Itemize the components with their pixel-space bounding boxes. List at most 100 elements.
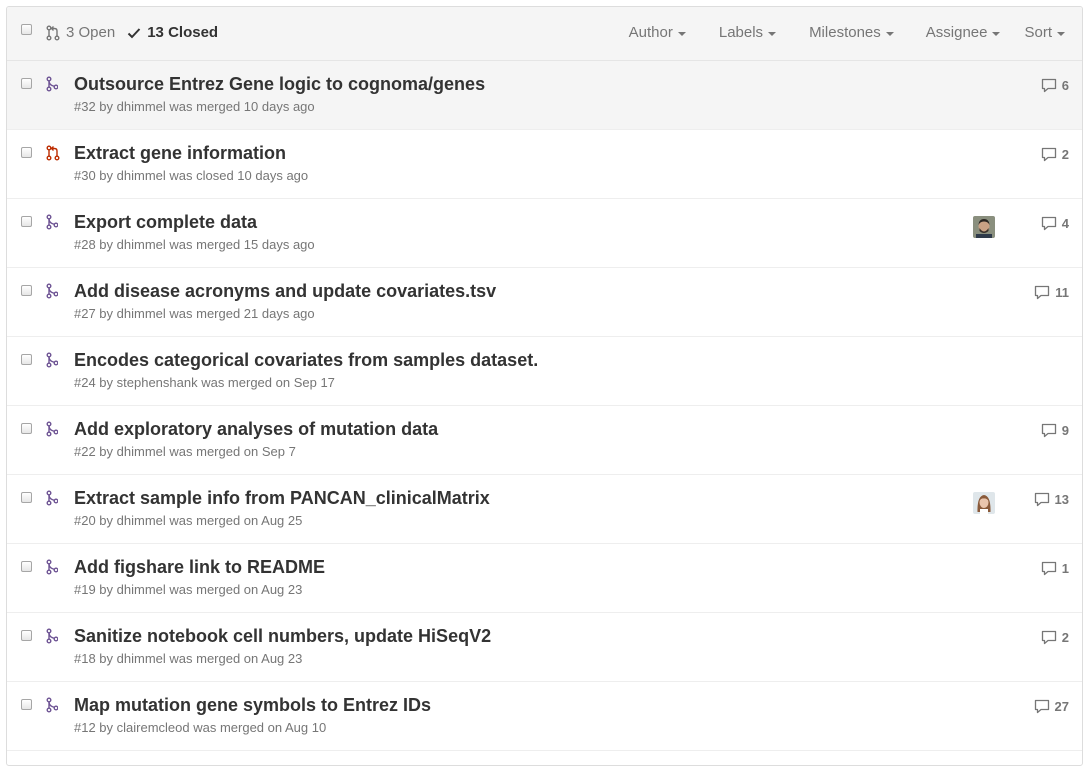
pull-request-title[interactable]: Encodes categorical covariates from samp… [74,349,538,371]
comments-link[interactable]: 27 [1034,699,1069,714]
comments-link[interactable]: 1 [1041,561,1069,576]
filter-bar: Author Labels Milestones Assignee Sort [629,24,1082,42]
pull-request-meta: #30 by dhimmel was closed 10 days ago [74,168,309,183]
row-checkbox[interactable] [21,285,32,296]
assignee-avatar[interactable] [973,216,995,238]
comments-link[interactable]: 13 [1034,492,1069,507]
milestones-filter-label: Milestones [809,24,881,41]
comment-icon [1041,147,1062,162]
sort-filter[interactable]: Sort [1024,24,1065,42]
row-checkbox[interactable] [21,216,32,227]
merged-pull-request-icon [46,76,59,97]
comment-count: 27 [1054,699,1069,714]
pull-request-meta: #24 by stephenshank was merged on Sep 17 [74,375,335,390]
pull-request-title[interactable]: Export complete data [74,211,257,233]
merged-pull-request-icon [46,628,59,649]
comments-link[interactable]: 4 [1041,216,1069,231]
caret-down-icon [768,32,777,36]
pull-request-meta: #27 by dhimmel was merged 21 days ago [74,306,315,321]
pull-request-row[interactable]: Add exploratory analyses of mutation dat… [7,406,1082,475]
comment-count: 11 [1055,285,1069,300]
comment-count: 13 [1054,492,1069,507]
pull-request-title[interactable]: Map mutation gene symbols to Entrez IDs [74,694,431,716]
row-checkbox[interactable] [21,354,32,365]
closed-count-label: 13 Closed [147,24,219,41]
pull-request-rows: Outsource Entrez Gene logic to cognoma/g… [7,61,1082,751]
comments-link[interactable]: 2 [1041,147,1069,162]
author-filter-label: Author [628,24,673,41]
open-filter-link[interactable]: 3 Open [46,24,115,42]
comment-icon [1034,492,1055,507]
merged-pull-request-icon [46,421,59,442]
pull-request-row[interactable]: Extract gene information #30 by dhimmel w… [7,130,1082,199]
caret-down-icon [885,32,894,36]
state-toggle: 3 Open 13 Closed [46,24,218,42]
pull-request-row[interactable]: Map mutation gene symbols to Entrez IDs #… [7,682,1082,751]
merged-pull-request-icon [46,490,59,511]
row-checkbox[interactable] [21,492,32,503]
comment-count: 1 [1061,561,1069,576]
pull-request-meta: #22 by dhimmel was merged on Sep 7 [74,444,296,459]
pull-request-meta: #28 by dhimmel was merged 15 days ago [74,237,315,252]
merged-pull-request-icon [46,283,59,304]
pull-request-meta: #18 by dhimmel was merged on Aug 23 [74,651,303,666]
comment-count: 9 [1061,423,1069,438]
pull-request-meta: #20 by dhimmel was merged on Aug 25 [74,513,303,528]
pull-request-list: 3 Open 13 Closed Author Labels Milestone… [6,6,1083,766]
row-checkbox[interactable] [21,147,32,158]
row-checkbox[interactable] [21,78,32,89]
milestones-filter[interactable]: Milestones [809,24,894,42]
caret-down-icon [992,32,1001,36]
row-checkbox[interactable] [21,699,32,710]
pull-request-title[interactable]: Add figshare link to README [74,556,325,578]
comment-count: 2 [1061,147,1069,162]
comment-icon [1041,630,1062,645]
comment-icon [1041,423,1062,438]
row-checkbox[interactable] [21,423,32,434]
pull-request-row[interactable]: Extract sample info from PANCAN_clinical… [7,475,1082,544]
pull-request-title[interactable]: Outsource Entrez Gene logic to cognoma/g… [74,73,485,95]
pull-request-row[interactable]: Sanitize notebook cell numbers, update H… [7,613,1082,682]
merged-pull-request-icon [46,697,59,718]
labels-filter[interactable]: Labels [719,24,777,42]
sort-filter-label: Sort [1024,24,1052,41]
pull-request-row[interactable]: Add disease acronyms and update covariat… [7,268,1082,337]
check-icon [128,28,141,39]
merged-pull-request-icon [46,352,59,373]
open-count-label: 3 Open [66,24,116,41]
pull-request-row[interactable]: Outsource Entrez Gene logic to cognoma/g… [7,61,1082,130]
pull-request-title[interactable]: Extract sample info from PANCAN_clinical… [74,487,490,509]
comment-count: 2 [1061,630,1069,645]
pull-request-title[interactable]: Extract gene information [74,142,286,164]
closed-filter-link[interactable]: 13 Closed [127,24,218,42]
pull-request-meta: #12 by clairemcleod was merged on Aug 10 [74,720,327,735]
merged-pull-request-icon [46,214,59,235]
pull-request-row[interactable]: Add figshare link to README #19 by dhimme… [7,544,1082,613]
comments-link[interactable]: 11 [1034,285,1069,300]
row-checkbox[interactable] [21,630,32,641]
pull-request-meta: #19 by dhimmel was merged on Aug 23 [74,582,303,597]
comments-link[interactable]: 6 [1041,78,1069,93]
assignee-avatar[interactable] [973,492,995,514]
assignee-filter-label: Assignee [925,24,988,41]
assignee-filter[interactable]: Assignee [926,24,1001,42]
pull-request-title[interactable]: Add disease acronyms and update covariat… [74,280,496,302]
pull-request-meta: #32 by dhimmel was merged 10 days ago [74,99,315,114]
comment-icon [1034,699,1055,714]
select-all-checkbox[interactable] [21,24,32,35]
comment-icon [1041,78,1062,93]
comments-link[interactable]: 9 [1041,423,1069,438]
pull-request-title[interactable]: Sanitize notebook cell numbers, update H… [74,625,491,647]
pull-request-row[interactable]: Encodes categorical covariates from samp… [7,337,1082,406]
pull-request-row[interactable]: Export complete data #28 by dhimmel was m… [7,199,1082,268]
merged-pull-request-icon [46,559,59,580]
author-filter[interactable]: Author [629,24,686,42]
pull-request-title[interactable]: Add exploratory analyses of mutation dat… [74,418,438,440]
comments-link[interactable]: 2 [1041,630,1069,645]
comment-count: 4 [1061,216,1069,231]
row-checkbox[interactable] [21,561,32,572]
comment-icon [1041,216,1062,231]
pull-request-icon [46,25,60,41]
comment-count: 6 [1061,78,1069,93]
list-header: 3 Open 13 Closed Author Labels Milestone… [7,7,1082,61]
